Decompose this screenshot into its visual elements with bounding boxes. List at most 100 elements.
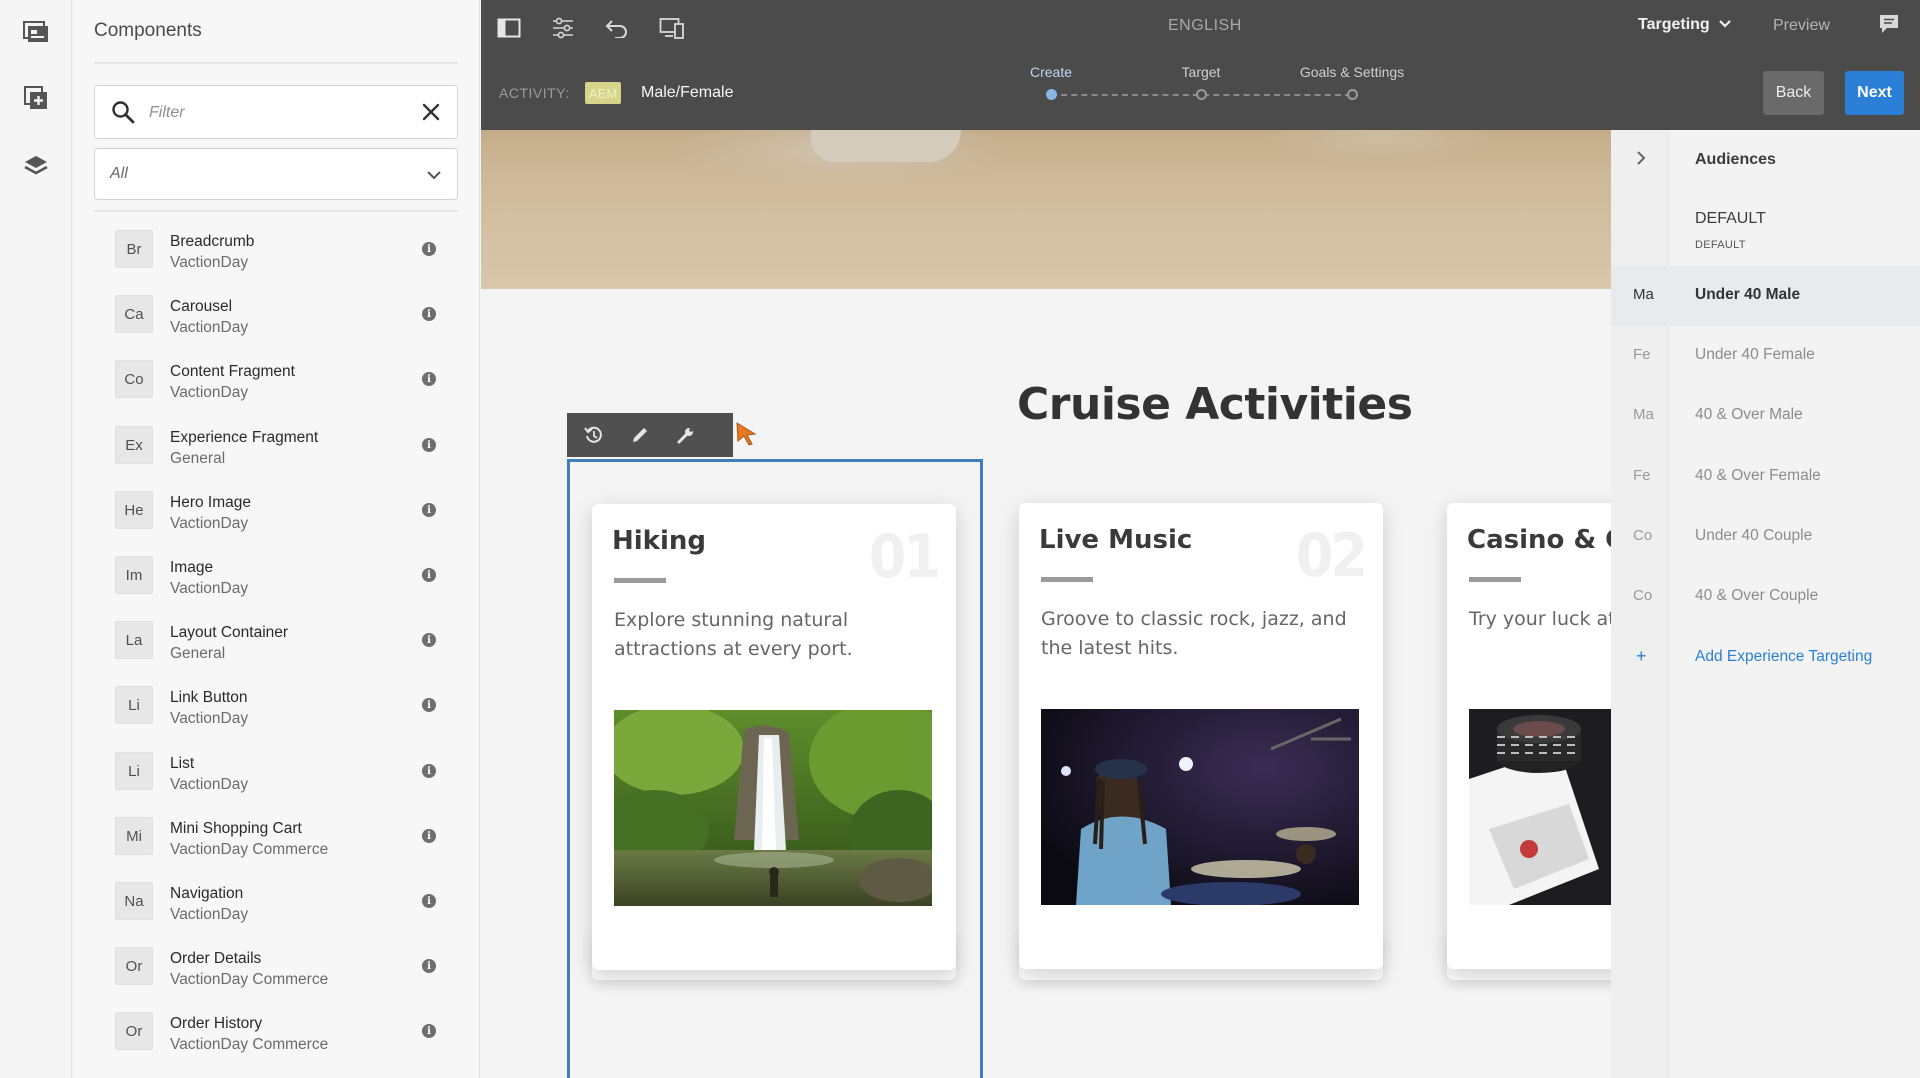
language-label: ENGLISH [1168, 17, 1242, 34]
left-rail [0, 0, 72, 1078]
chevron-right-icon[interactable] [1635, 150, 1647, 171]
info-icon[interactable]: i [422, 307, 436, 321]
hero-sand-image [481, 130, 1611, 289]
component-name: Hero Image [170, 494, 251, 511]
back-button[interactable]: Back [1763, 71, 1824, 115]
audience-item[interactable]: Co 40 & Over Couple [1611, 567, 1920, 627]
audience-abbr: Ma [1633, 286, 1654, 303]
component-item[interactable]: Li Link Button VactionDay i [73, 672, 480, 737]
component-group: General [170, 645, 226, 662]
comment-icon[interactable] [1878, 13, 1900, 40]
edit-pencil-icon[interactable] [627, 422, 653, 448]
next-button[interactable]: Next [1845, 71, 1904, 115]
audience-item[interactable]: Co Under 40 Couple [1611, 507, 1920, 567]
audience-item[interactable]: Fe 40 & Over Female [1611, 447, 1920, 507]
step-dot-create [1046, 89, 1057, 100]
component-group: VactionDay Commerce [170, 1036, 329, 1053]
component-item[interactable]: Or Order Details VactionDay Commerce i [73, 933, 480, 998]
component-item[interactable]: La Layout Container General i [73, 607, 480, 672]
add-component-icon[interactable] [18, 80, 54, 116]
activity-card-casino[interactable]: 03 Casino & Ga Try your luck at slots. [1447, 503, 1611, 969]
info-icon[interactable]: i [422, 764, 436, 778]
info-icon[interactable]: i [422, 242, 436, 256]
add-experience-targeting[interactable]: + Add Experience Targeting [1611, 646, 1920, 690]
component-abbr: Im [115, 556, 153, 594]
component-item[interactable]: Mi Mini Shopping Cart VactionDay Commerce i [73, 803, 480, 868]
mode-dropdown[interactable]: Targeting [1638, 16, 1732, 34]
audience-item[interactable]: Fe Under 40 Female [1611, 326, 1920, 386]
activity-card-live-music[interactable]: 02 Live Music Groove to classic rock, ja… [1019, 503, 1383, 969]
clear-icon[interactable] [422, 103, 440, 126]
info-icon[interactable]: i [422, 438, 436, 452]
card-title: Live Music [1039, 525, 1193, 555]
component-group: VactionDay [170, 580, 249, 597]
audience-abbr: Ma [1633, 406, 1654, 424]
audience-item[interactable]: Ma 40 & Over Male [1611, 386, 1920, 446]
layers-icon[interactable] [18, 148, 54, 184]
component-item[interactable]: Ex Experience Fragment General i [73, 412, 480, 477]
component-abbr: Na [115, 882, 153, 920]
reset-icon[interactable] [581, 422, 607, 448]
audience-abbr: Fe [1633, 346, 1651, 364]
component-name: Experience Fragment [170, 429, 319, 446]
configure-wrench-icon[interactable] [673, 422, 699, 448]
component-item[interactable]: Br Breadcrumb VactionDay i [73, 216, 480, 281]
component-group: VactionDay [170, 710, 249, 727]
divider [94, 62, 458, 64]
emulator-icon[interactable] [652, 10, 692, 46]
card-description: Try your luck at slots. [1469, 608, 1611, 630]
undo-icon[interactable] [597, 10, 637, 46]
audience-item[interactable]: Ma Under 40 Male [1611, 266, 1920, 326]
group-select[interactable]: All [94, 148, 458, 200]
info-icon[interactable]: i [422, 503, 436, 517]
audience-default[interactable]: DEFAULT [1695, 210, 1766, 228]
info-icon[interactable]: i [422, 959, 436, 973]
info-icon[interactable]: i [422, 829, 436, 843]
audience-label: Under 40 Male [1695, 286, 1801, 303]
audiences-title: Audiences [1695, 151, 1776, 168]
component-item[interactable]: Ca Carousel VactionDay i [73, 281, 480, 346]
info-icon[interactable]: i [422, 568, 436, 582]
filter-field[interactable] [94, 85, 458, 139]
card-description: Groove to classic rock, jazz, and the la… [1041, 608, 1347, 659]
component-name: Order Details [170, 950, 262, 967]
component-name: Breadcrumb [170, 233, 255, 250]
audience-label: 40 & Over Couple [1695, 587, 1819, 604]
component-item[interactable]: Na Navigation VactionDay i [73, 868, 480, 933]
filter-input[interactable] [149, 100, 409, 126]
audience-label: Under 40 Couple [1695, 526, 1813, 544]
hero-rock [811, 130, 961, 162]
step-goals-settings[interactable]: Goals & Settings [1300, 64, 1404, 80]
audience-label: Under 40 Female [1695, 346, 1815, 364]
component-item[interactable]: Im Image VactionDay i [73, 542, 480, 607]
component-item[interactable]: Or Order History VactionDay Commerce i [73, 998, 480, 1063]
component-item[interactable]: Li List VactionDay i [73, 738, 480, 803]
activity-label: ACTIVITY: [499, 85, 570, 101]
component-abbr: Co [115, 360, 153, 398]
component-name: Mini Shopping Cart [170, 820, 302, 837]
page-settings-icon[interactable] [543, 10, 583, 46]
page-properties-icon[interactable] [18, 14, 54, 50]
components-panel: Components All BrBreadcrumbVactionDayiCa… [73, 0, 480, 1078]
info-icon[interactable]: i [422, 1024, 436, 1038]
info-icon[interactable]: i [422, 633, 436, 647]
component-group: VactionDay Commerce [170, 841, 329, 858]
component-name: Order History [170, 1015, 263, 1032]
step-create[interactable]: Create [1030, 64, 1072, 80]
preview-button[interactable]: Preview [1773, 17, 1830, 35]
side-panel-toggle-icon[interactable] [489, 10, 529, 46]
card-number: 02 [1295, 521, 1368, 591]
component-group: VactionDay [170, 906, 249, 923]
component-abbr: Mi [115, 817, 153, 855]
chevron-down-icon [426, 168, 442, 186]
component-group: General [170, 450, 226, 467]
component-item[interactable]: Co Content Fragment VactionDay i [73, 346, 480, 411]
component-name: Navigation [170, 885, 244, 902]
component-item[interactable]: He Hero Image VactionDay i [73, 477, 480, 542]
info-icon[interactable]: i [422, 372, 436, 386]
selected-component-outline[interactable] [567, 459, 983, 1078]
step-target[interactable]: Target [1182, 64, 1221, 80]
info-icon[interactable]: i [422, 698, 436, 712]
info-icon[interactable]: i [422, 894, 436, 908]
component-abbr: Br [115, 230, 153, 268]
